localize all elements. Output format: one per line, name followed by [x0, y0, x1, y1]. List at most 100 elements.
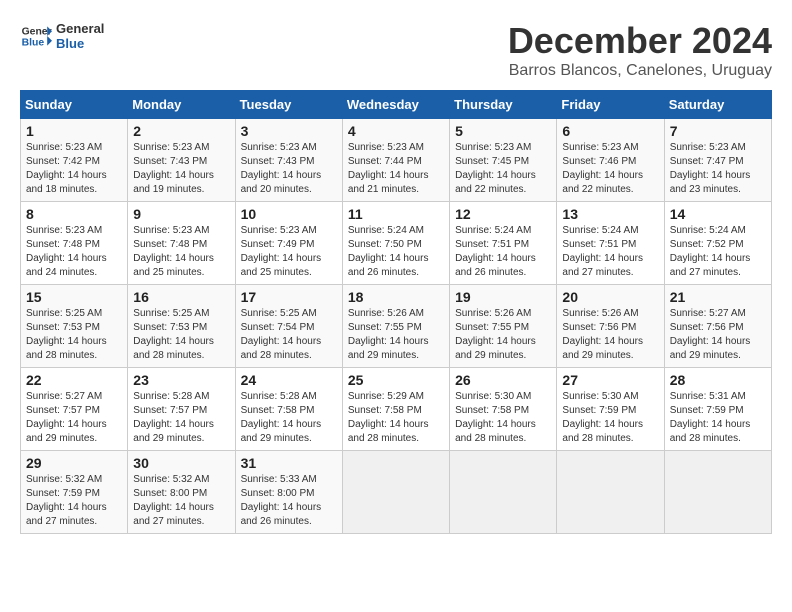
day-detail: Sunrise: 5:30 AMSunset: 7:58 PMDaylight:…: [455, 390, 551, 446]
day-number: 10: [241, 206, 337, 222]
day-detail: Sunrise: 5:30 AMSunset: 7:59 PMDaylight:…: [562, 390, 658, 446]
day-number: 30: [133, 455, 229, 471]
day-number: 17: [241, 289, 337, 305]
calendar-day-cell: 25 Sunrise: 5:29 AMSunset: 7:58 PMDayligh…: [342, 368, 449, 451]
day-number: 18: [348, 289, 444, 305]
day-number: 6: [562, 123, 658, 139]
day-detail: Sunrise: 5:26 AMSunset: 7:55 PMDaylight:…: [455, 307, 551, 363]
day-detail: Sunrise: 5:25 AMSunset: 7:53 PMDaylight:…: [133, 307, 229, 363]
day-detail: Sunrise: 5:23 AMSunset: 7:45 PMDaylight:…: [455, 141, 551, 197]
calendar-day-cell: 15Sunrise: 5:25 AMSunset: 7:53 PMDayligh…: [21, 285, 128, 368]
calendar-day-cell: 24Sunrise: 5:28 AMSunset: 7:58 PMDayligh…: [235, 368, 342, 451]
calendar-day-cell: 19 Sunrise: 5:26 AMSunset: 7:55 PMDayligh…: [450, 285, 557, 368]
day-number: 1: [26, 123, 122, 139]
calendar-day-cell: 28 Sunrise: 5:31 AMSunset: 7:59 PMDayligh…: [664, 368, 771, 451]
day-detail: Sunrise: 5:29 AMSunset: 7:58 PMDaylight:…: [348, 390, 444, 446]
day-number: 19: [455, 289, 551, 305]
day-detail: Sunrise: 5:23 AMSunset: 7:43 PMDaylight:…: [241, 141, 337, 197]
day-number: 14: [670, 206, 766, 222]
calendar-day-cell: 21 Sunrise: 5:27 AMSunset: 7:56 PMDayligh…: [664, 285, 771, 368]
calendar-day-cell: 13 Sunrise: 5:24 AMSunset: 7:51 PMDayligh…: [557, 202, 664, 285]
calendar-header-cell: Monday: [128, 91, 235, 119]
title-area: December 2024 Barros Blancos, Canelones,…: [508, 20, 772, 80]
calendar-day-cell: 31 Sunrise: 5:33 AMSunset: 8:00 PMDayligh…: [235, 451, 342, 534]
svg-text:Blue: Blue: [22, 38, 45, 49]
day-detail: Sunrise: 5:23 AMSunset: 7:47 PMDaylight:…: [670, 141, 766, 197]
day-number: 12: [455, 206, 551, 222]
calendar-day-cell: 9 Sunrise: 5:23 AMSunset: 7:48 PMDaylight…: [128, 202, 235, 285]
calendar-day-cell: 29Sunrise: 5:32 AMSunset: 7:59 PMDayligh…: [21, 451, 128, 534]
calendar-day-cell: [557, 451, 664, 534]
day-number: 11: [348, 206, 444, 222]
calendar-week-row: 8 Sunrise: 5:23 AMSunset: 7:48 PMDaylight…: [21, 202, 772, 285]
calendar-day-cell: 3 Sunrise: 5:23 AMSunset: 7:43 PMDaylight…: [235, 119, 342, 202]
calendar-header-row: SundayMondayTuesdayWednesdayThursdayFrid…: [21, 91, 772, 119]
logo-icon: General Blue: [20, 20, 52, 52]
day-number: 3: [241, 123, 337, 139]
day-number: 13: [562, 206, 658, 222]
day-detail: Sunrise: 5:27 AMSunset: 7:57 PMDaylight:…: [26, 390, 122, 446]
calendar-day-cell: 22 Sunrise: 5:27 AMSunset: 7:57 PMDayligh…: [21, 368, 128, 451]
calendar-day-cell: 26 Sunrise: 5:30 AMSunset: 7:58 PMDayligh…: [450, 368, 557, 451]
day-number: 8: [26, 206, 122, 222]
day-number: 28: [670, 372, 766, 388]
day-detail: Sunrise: 5:24 AMSunset: 7:50 PMDaylight:…: [348, 224, 444, 280]
day-detail: Sunrise: 5:31 AMSunset: 7:59 PMDaylight:…: [670, 390, 766, 446]
calendar-day-cell: 10Sunrise: 5:23 AMSunset: 7:49 PMDayligh…: [235, 202, 342, 285]
day-number: 9: [133, 206, 229, 222]
logo-line1: General: [56, 21, 104, 36]
page-subtitle: Barros Blancos, Canelones, Uruguay: [508, 62, 772, 80]
calendar-header-cell: Friday: [557, 91, 664, 119]
day-detail: Sunrise: 5:23 AMSunset: 7:48 PMDaylight:…: [26, 224, 122, 280]
day-detail: Sunrise: 5:25 AMSunset: 7:54 PMDaylight:…: [241, 307, 337, 363]
calendar-body: 1 Sunrise: 5:23 AMSunset: 7:42 PMDaylight…: [21, 119, 772, 534]
calendar-day-cell: 20Sunrise: 5:26 AMSunset: 7:56 PMDayligh…: [557, 285, 664, 368]
calendar-day-cell: 2Sunrise: 5:23 AMSunset: 7:43 PMDaylight…: [128, 119, 235, 202]
day-detail: Sunrise: 5:24 AMSunset: 7:51 PMDaylight:…: [562, 224, 658, 280]
calendar-day-cell: 6 Sunrise: 5:23 AMSunset: 7:46 PMDaylight…: [557, 119, 664, 202]
calendar-day-cell: 7 Sunrise: 5:23 AMSunset: 7:47 PMDaylight…: [664, 119, 771, 202]
day-detail: Sunrise: 5:23 AMSunset: 7:48 PMDaylight:…: [133, 224, 229, 280]
day-detail: Sunrise: 5:26 AMSunset: 7:55 PMDaylight:…: [348, 307, 444, 363]
calendar-day-cell: 1 Sunrise: 5:23 AMSunset: 7:42 PMDaylight…: [21, 119, 128, 202]
calendar-day-cell: 23Sunrise: 5:28 AMSunset: 7:57 PMDayligh…: [128, 368, 235, 451]
calendar-day-cell: 17 Sunrise: 5:25 AMSunset: 7:54 PMDayligh…: [235, 285, 342, 368]
calendar-day-cell: 16 Sunrise: 5:25 AMSunset: 7:53 PMDayligh…: [128, 285, 235, 368]
calendar-week-row: 22 Sunrise: 5:27 AMSunset: 7:57 PMDayligh…: [21, 368, 772, 451]
calendar-day-cell: 18 Sunrise: 5:26 AMSunset: 7:55 PMDayligh…: [342, 285, 449, 368]
calendar-day-cell: [664, 451, 771, 534]
calendar-day-cell: [450, 451, 557, 534]
day-number: 15: [26, 289, 122, 305]
day-number: 16: [133, 289, 229, 305]
day-detail: Sunrise: 5:33 AMSunset: 8:00 PMDaylight:…: [241, 473, 337, 529]
day-detail: Sunrise: 5:23 AMSunset: 7:46 PMDaylight:…: [562, 141, 658, 197]
day-detail: Sunrise: 5:27 AMSunset: 7:56 PMDaylight:…: [670, 307, 766, 363]
day-number: 4: [348, 123, 444, 139]
day-number: 25: [348, 372, 444, 388]
calendar-day-cell: 4 Sunrise: 5:23 AMSunset: 7:44 PMDaylight…: [342, 119, 449, 202]
day-detail: Sunrise: 5:23 AMSunset: 7:42 PMDaylight:…: [26, 141, 122, 197]
calendar-day-cell: 12Sunrise: 5:24 AMSunset: 7:51 PMDayligh…: [450, 202, 557, 285]
calendar-week-row: 15 Sunrise: 5:25 AMSunset: 7:53 PMDayligh…: [21, 285, 772, 368]
calendar-day-cell: 14 Sunrise: 5:24 AMSunset: 7:52 PMDayligh…: [664, 202, 771, 285]
day-number: 5: [455, 123, 551, 139]
day-number: 21: [670, 289, 766, 305]
day-detail: Sunrise: 5:23 AMSunset: 7:44 PMDaylight:…: [348, 141, 444, 197]
day-number: 29: [26, 455, 122, 471]
calendar-header-cell: Tuesday: [235, 91, 342, 119]
day-number: 31: [241, 455, 337, 471]
calendar-day-cell: [342, 451, 449, 534]
calendar-header-cell: Sunday: [21, 91, 128, 119]
page-header: General Blue General Blue December 2024 …: [20, 20, 772, 80]
day-detail: Sunrise: 5:24 AMSunset: 7:52 PMDaylight:…: [670, 224, 766, 280]
day-number: 20: [562, 289, 658, 305]
day-detail: Sunrise: 5:23 AMSunset: 7:43 PMDaylight:…: [133, 141, 229, 197]
day-number: 7: [670, 123, 766, 139]
calendar-header-cell: Wednesday: [342, 91, 449, 119]
calendar-day-cell: 27Sunrise: 5:30 AMSunset: 7:59 PMDayligh…: [557, 368, 664, 451]
day-number: 26: [455, 372, 551, 388]
calendar-week-row: 1 Sunrise: 5:23 AMSunset: 7:42 PMDaylight…: [21, 119, 772, 202]
calendar-header-cell: Thursday: [450, 91, 557, 119]
day-number: 22: [26, 372, 122, 388]
day-detail: Sunrise: 5:28 AMSunset: 7:57 PMDaylight:…: [133, 390, 229, 446]
